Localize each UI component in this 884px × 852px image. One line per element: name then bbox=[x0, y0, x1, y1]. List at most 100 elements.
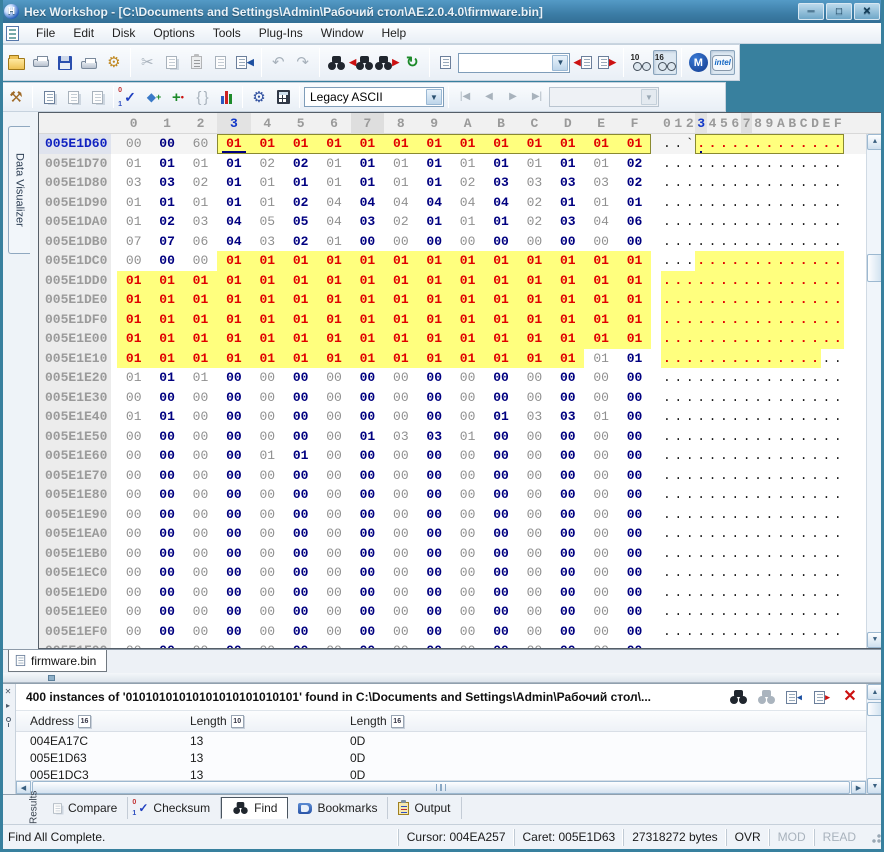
ascii-char[interactable]: . bbox=[798, 485, 809, 505]
hex-byte[interactable]: 01 bbox=[117, 154, 150, 174]
ascii-char[interactable]: . bbox=[661, 583, 672, 603]
ascii-char[interactable]: . bbox=[821, 524, 832, 544]
hex-byte[interactable]: 00 bbox=[584, 368, 617, 388]
ascii-char[interactable]: . bbox=[730, 505, 741, 525]
ascii-char[interactable]: . bbox=[718, 388, 729, 408]
ascii-char[interactable]: . bbox=[661, 173, 672, 193]
ascii-char[interactable]: . bbox=[684, 173, 695, 193]
ascii-char[interactable]: . bbox=[787, 485, 798, 505]
ascii-char[interactable]: . bbox=[752, 583, 763, 603]
ascii-char[interactable]: . bbox=[718, 212, 729, 232]
hex-byte[interactable]: 00 bbox=[251, 407, 284, 427]
hex-byte[interactable]: 01 bbox=[484, 329, 517, 349]
hex-byte[interactable]: 00 bbox=[317, 622, 350, 642]
hex-byte[interactable]: 01 bbox=[384, 134, 417, 154]
hex-byte[interactable]: 00 bbox=[618, 622, 651, 642]
menu-item-plugins[interactable]: Plug-Ins bbox=[250, 24, 312, 42]
ascii-char[interactable]: . bbox=[821, 251, 832, 271]
column-header-length-hex[interactable]: Length 16 bbox=[336, 714, 536, 728]
ascii-char[interactable]: . bbox=[787, 290, 798, 310]
hex-byte[interactable]: 01 bbox=[184, 310, 217, 330]
hex-byte[interactable]: 04 bbox=[317, 193, 350, 213]
insert-file-button[interactable]: ◀ bbox=[233, 50, 257, 75]
hex-byte[interactable]: 01 bbox=[317, 329, 350, 349]
hex-byte[interactable]: 03 bbox=[251, 232, 284, 252]
ascii-char[interactable]: . bbox=[730, 154, 741, 174]
hex-byte[interactable]: 01 bbox=[150, 193, 183, 213]
ascii-char[interactable]: . bbox=[684, 349, 695, 369]
ascii-char[interactable]: . bbox=[775, 407, 786, 427]
hex-byte[interactable]: 00 bbox=[217, 427, 250, 447]
ascii-char[interactable]: . bbox=[730, 427, 741, 447]
hex-byte[interactable]: 00 bbox=[484, 641, 517, 648]
hex-byte[interactable]: 00 bbox=[451, 602, 484, 622]
ascii-char[interactable]: . bbox=[661, 368, 672, 388]
ascii-char[interactable]: . bbox=[832, 290, 843, 310]
ascii-char[interactable]: . bbox=[673, 329, 684, 349]
hex-byte[interactable]: 00 bbox=[384, 622, 417, 642]
hex-byte[interactable]: 01 bbox=[584, 134, 617, 154]
ascii-char[interactable]: . bbox=[764, 388, 775, 408]
ascii-char[interactable]: . bbox=[661, 524, 672, 544]
ascii-char[interactable]: . bbox=[821, 154, 832, 174]
hex-byte[interactable]: 00 bbox=[418, 446, 451, 466]
hex-byte[interactable]: 00 bbox=[618, 544, 651, 564]
menu-item-tools[interactable]: Tools bbox=[204, 24, 250, 42]
hex-byte[interactable]: 00 bbox=[584, 466, 617, 486]
ascii-char[interactable]: . bbox=[764, 173, 775, 193]
ascii-char[interactable]: . bbox=[775, 388, 786, 408]
scroll-right-icon[interactable]: ▶ bbox=[851, 781, 866, 794]
hex-byte[interactable]: 00 bbox=[484, 524, 517, 544]
hex-byte[interactable]: 00 bbox=[384, 563, 417, 583]
hex-byte[interactable]: 00 bbox=[251, 563, 284, 583]
ascii-char[interactable]: . bbox=[673, 173, 684, 193]
hex-byte[interactable]: 00 bbox=[150, 524, 183, 544]
ascii-char[interactable]: . bbox=[730, 466, 741, 486]
ascii-char[interactable]: . bbox=[684, 310, 695, 330]
ascii-char[interactable]: . bbox=[798, 329, 809, 349]
ascii-char[interactable]: . bbox=[673, 544, 684, 564]
ascii-char[interactable]: . bbox=[832, 173, 843, 193]
ascii-char[interactable]: . bbox=[661, 427, 672, 447]
hex-byte[interactable]: 01 bbox=[551, 290, 584, 310]
hex-byte[interactable]: 01 bbox=[518, 154, 551, 174]
hex-byte[interactable]: 00 bbox=[217, 466, 250, 486]
ascii-char[interactable]: . bbox=[752, 134, 763, 154]
ascii-char[interactable]: . bbox=[707, 290, 718, 310]
hex-byte[interactable]: 01 bbox=[117, 193, 150, 213]
hex-byte[interactable]: 01 bbox=[351, 154, 384, 174]
hex-byte[interactable]: 00 bbox=[150, 505, 183, 525]
hex-byte[interactable]: 00 bbox=[551, 622, 584, 642]
ascii-char[interactable]: . bbox=[752, 310, 763, 330]
ascii-char[interactable]: . bbox=[730, 232, 741, 252]
hex-byte[interactable]: 00 bbox=[317, 368, 350, 388]
hex-byte[interactable]: 01 bbox=[284, 271, 317, 291]
ascii-char[interactable]: . bbox=[718, 563, 729, 583]
hex-byte[interactable]: 00 bbox=[384, 485, 417, 505]
ascii-char[interactable]: . bbox=[718, 368, 729, 388]
hex-byte[interactable]: 04 bbox=[418, 193, 451, 213]
hex-byte[interactable]: 00 bbox=[217, 544, 250, 564]
ascii-char[interactable]: . bbox=[730, 212, 741, 232]
hex-byte[interactable]: 01 bbox=[150, 271, 183, 291]
scroll-up-icon[interactable]: ▲ bbox=[867, 134, 883, 150]
hex-byte[interactable]: 00 bbox=[150, 602, 183, 622]
hex-byte[interactable]: 00 bbox=[484, 368, 517, 388]
hex-byte[interactable]: 00 bbox=[618, 641, 651, 648]
ascii-char[interactable]: . bbox=[832, 524, 843, 544]
hex-byte[interactable]: 00 bbox=[384, 583, 417, 603]
hex-byte[interactable]: 00 bbox=[518, 641, 551, 648]
hex-byte[interactable]: 04 bbox=[584, 212, 617, 232]
ascii-char[interactable]: . bbox=[787, 544, 798, 564]
hex-byte[interactable]: 01 bbox=[451, 329, 484, 349]
ascii-char[interactable]: . bbox=[707, 154, 718, 174]
ascii-char[interactable]: . bbox=[718, 544, 729, 564]
ascii-char[interactable]: . bbox=[775, 329, 786, 349]
hex-byte[interactable]: 00 bbox=[551, 427, 584, 447]
hex-byte[interactable]: 00 bbox=[251, 427, 284, 447]
paste-button[interactable] bbox=[184, 50, 208, 75]
tab-find[interactable]: Find bbox=[221, 797, 288, 819]
ascii-char[interactable]: . bbox=[809, 485, 820, 505]
tab-output[interactable]: Output bbox=[388, 797, 461, 819]
hex-byte[interactable]: 01 bbox=[351, 134, 384, 154]
